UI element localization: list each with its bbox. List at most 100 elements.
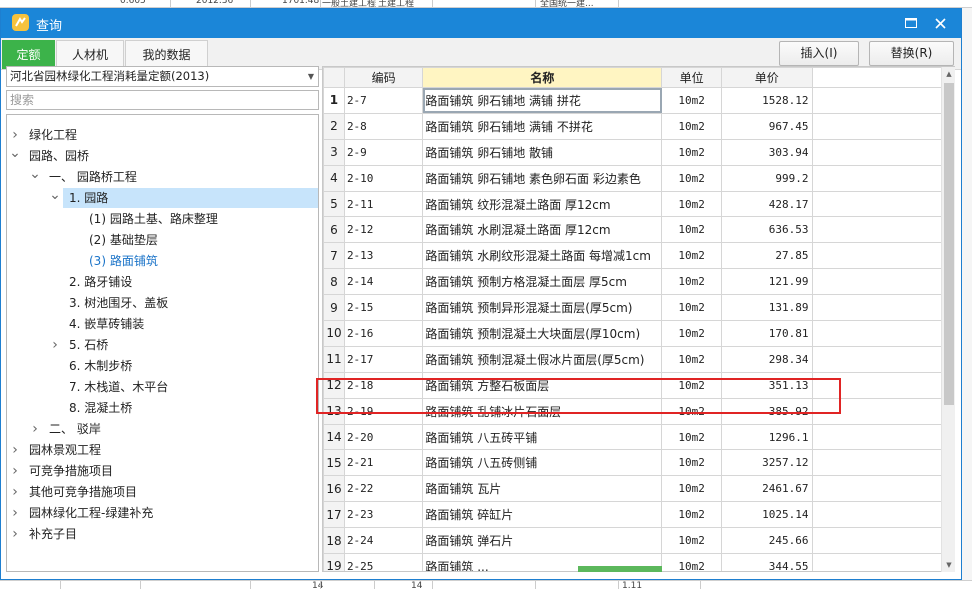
tree-node[interactable]: › 补充子目 [7,524,318,544]
row-number[interactable]: 3 [323,138,345,166]
code-cell[interactable]: 2-20 [343,423,424,451]
row-number[interactable]: 4 [323,164,345,192]
price-cell[interactable]: 999.2 [720,164,813,192]
unit-header[interactable]: 单位 [661,67,722,88]
name-cell[interactable]: 路面铺筑 卵石铺地 满铺 不拼花 [422,112,663,140]
name-cell[interactable]: 路面铺筑 纹形混凝土路面 厚12cm [422,190,663,218]
tree-node[interactable]: › 园林绿化工程-绿建补充 [7,503,318,523]
table-row[interactable]: 4 2-10 路面铺筑 卵石铺地 素色卵石面 彩边素色 10m2 999.2 [323,164,954,192]
price-cell[interactable]: 3257.12 [720,449,813,477]
name-cell[interactable]: 路面铺筑 预制混凝土大块面层(厚10cm) [422,320,663,347]
chevron-down-icon[interactable]: ⌄ [49,188,61,202]
table-row[interactable]: 1 2-7 路面铺筑 卵石铺地 满铺 拼花 10m2 1528.12 [323,87,954,114]
code-cell[interactable]: 2-17 [343,345,424,373]
tree-node[interactable]: 4. 嵌草砖铺装 [7,314,318,334]
name-cell[interactable]: 路面铺筑 卵石铺地 素色卵石面 彩边素色 [422,164,663,192]
name-cell[interactable]: 路面铺筑 乱铺冰片石面层 [422,397,663,425]
tree-node[interactable]: ⌄ 一、 园路桥工程 [7,167,318,187]
name-cell[interactable]: 路面铺筑 方整石板面层 [422,371,663,399]
close-icon[interactable] [930,13,950,33]
unit-cell[interactable]: 10m2 [661,242,722,270]
chevron-right-icon[interactable]: › [9,503,21,523]
tree-node[interactable]: › 园林景观工程 [7,440,318,460]
name-cell[interactable]: 路面铺筑 八五砖平铺 [422,423,663,451]
tree-node[interactable]: (1) 园路土基、路床整理 [7,209,318,229]
price-cell[interactable]: 245.66 [720,527,813,555]
chevron-right-icon[interactable]: › [49,335,61,355]
scroll-thumb[interactable] [944,83,954,405]
maximize-icon[interactable] [901,13,921,33]
unit-cell[interactable]: 10m2 [661,527,722,555]
table-row[interactable]: 6 2-12 路面铺筑 水刷混凝土路面 厚12cm 10m2 636.53 [323,216,954,244]
name-cell[interactable]: 路面铺筑 预制异形混凝土面层(厚5cm) [422,294,663,322]
unit-cell[interactable]: 10m2 [661,294,722,322]
code-cell[interactable]: 2-13 [343,242,424,270]
unit-cell[interactable]: 10m2 [661,216,722,244]
insert-button[interactable]: 插入(I) [779,41,859,66]
name-header[interactable]: 名称 [422,67,663,88]
tree-node[interactable]: 3. 树池围牙、盖板 [7,293,318,313]
name-cell[interactable]: 路面铺筑 碎缸片 [422,501,663,529]
chevron-right-icon[interactable]: › [9,524,21,544]
code-header[interactable]: 编码 [343,67,424,88]
chevron-right-icon[interactable]: › [9,440,21,460]
table-row[interactable]: 7 2-13 路面铺筑 水刷纹形混凝土路面 每增减1cm 10m2 27.85 [323,242,954,270]
tree-node[interactable]: (2) 基础垫层 [7,230,318,250]
table-row[interactable]: 5 2-11 路面铺筑 纹形混凝土路面 厚12cm 10m2 428.17 [323,190,954,218]
row-number[interactable]: 5 [323,190,345,218]
unit-cell[interactable]: 10m2 [661,449,722,477]
name-cell[interactable]: 路面铺筑 水刷纹形混凝土路面 每增减1cm [422,242,663,270]
tree-node[interactable]: 8. 混凝土桥 [7,398,318,418]
row-number[interactable]: 1 [323,87,345,114]
code-cell[interactable]: 2-19 [343,397,424,425]
price-cell[interactable]: 344.55 [720,553,813,571]
panel-collapse-handle[interactable] [578,566,662,572]
tree-node[interactable]: › 二、 驳岸 [7,419,318,439]
row-number[interactable]: 19 [323,553,345,571]
dialog-titlebar[interactable]: 查询 [1,9,961,38]
unit-cell[interactable]: 10m2 [661,138,722,166]
row-number[interactable]: 10 [323,320,345,347]
tree-node[interactable]: ⌄ 1. 园路 [49,188,318,208]
code-cell[interactable]: 2-12 [343,216,424,244]
row-number[interactable]: 7 [323,242,345,270]
scroll-down-icon[interactable]: ▼ [942,558,956,572]
row-number[interactable]: 6 [323,216,345,244]
tree-node[interactable]: › 可竞争措施项目 [7,461,318,481]
row-number[interactable]: 14 [323,423,345,451]
price-cell[interactable]: 1296.1 [720,423,813,451]
tree-node[interactable]: 6. 木制步桥 [7,356,318,376]
table-row[interactable]: 18 2-24 路面铺筑 弹石片 10m2 245.66 [323,527,954,555]
table-row[interactable]: 9 2-15 路面铺筑 预制异形混凝土面层(厚5cm) 10m2 131.89 [323,294,954,322]
chevron-right-icon[interactable]: › [9,482,21,502]
price-cell[interactable]: 967.45 [720,112,813,140]
row-number[interactable]: 2 [323,112,345,140]
code-cell[interactable]: 2-8 [343,112,424,140]
code-cell[interactable]: 2-7 [343,87,424,114]
quota-library-select[interactable]: 河北省园林绿化工程消耗量定额(2013) ▼ [6,66,319,87]
tree-node[interactable]: › 其他可竞争措施项目 [7,482,318,502]
unit-cell[interactable]: 10m2 [661,164,722,192]
tab-quota[interactable]: 定额 [2,40,55,69]
chevron-right-icon[interactable]: › [9,461,21,481]
chevron-down-icon[interactable]: ⌄ [9,146,21,160]
code-cell[interactable]: 2-16 [343,320,424,347]
tree-node[interactable]: (3) 路面铺筑 [7,251,318,271]
unit-cell[interactable]: 10m2 [661,112,722,140]
row-number[interactable]: 15 [323,449,345,477]
name-cell[interactable]: 路面铺筑 预制混凝土假冰片面层(厚5cm) [422,345,663,373]
code-cell[interactable]: 2-18 [343,371,424,399]
price-cell[interactable]: 2461.67 [720,475,813,503]
price-cell[interactable]: 121.99 [720,268,813,296]
unit-cell[interactable]: 10m2 [661,397,722,425]
table-row[interactable]: 12 2-18 路面铺筑 方整石板面层 10m2 351.13 [323,371,954,399]
chevron-right-icon[interactable]: › [29,419,41,439]
price-cell[interactable]: 298.34 [720,345,813,373]
table-row[interactable]: 8 2-14 路面铺筑 预制方格混凝土面层 厚5cm 10m2 121.99 [323,268,954,296]
row-number[interactable]: 11 [323,345,345,373]
table-row[interactable]: 3 2-9 路面铺筑 卵石铺地 散铺 10m2 303.94 [323,138,954,166]
tree-node[interactable]: 2. 路牙铺设 [7,272,318,292]
code-cell[interactable]: 2-14 [343,268,424,296]
name-cell[interactable]: 路面铺筑 瓦片 [422,475,663,503]
unit-cell[interactable]: 10m2 [661,553,722,571]
